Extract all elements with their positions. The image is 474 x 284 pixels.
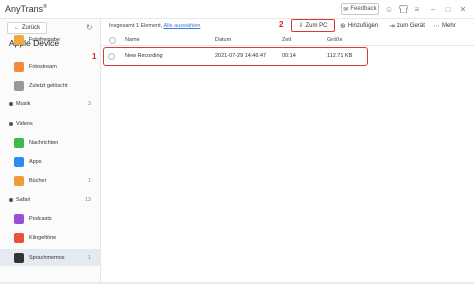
tshirt-icon[interactable] (398, 4, 408, 14)
podcasts-icon (14, 213, 24, 224)
registered-mark: ® (43, 4, 47, 10)
sidebar-item-music[interactable]: Musik 3 (0, 95, 100, 112)
table-header: Name Datum Zeit Größe (101, 35, 474, 46)
cell-name: New Recording (125, 53, 163, 59)
step-label-1: 1 (92, 52, 97, 61)
video-icon (9, 121, 13, 126)
sidebar-item-label: Sprachmemos (29, 254, 65, 261)
apps-icon (14, 156, 24, 167)
sidebar-item-ringtones[interactable]: Klingeltöne (0, 229, 100, 246)
sidebar-item-label: Apps (29, 158, 42, 165)
more-dots-icon: ⋯ (433, 23, 440, 30)
sidebar-item-label: Safari (16, 196, 31, 203)
cell-size: 112.71 KB (327, 53, 353, 59)
sidebar-item-count: 13 (84, 196, 91, 203)
photostream-icon (14, 61, 24, 72)
ringtones-icon (14, 232, 24, 243)
title-bar: AnyTrans® ✉ Feedback ☺ ≡ – □ ✕ (0, 0, 474, 19)
column-time[interactable]: Zeit (282, 37, 291, 43)
to-device-button[interactable]: ⇥ zum Gerät (389, 22, 425, 30)
sidebar-item-voice-memos[interactable]: Sprachmemos 1 (0, 249, 100, 266)
sidebar-item-books[interactable]: Bücher 1 (0, 172, 100, 189)
sidebar-item-messages[interactable]: Nachrichten (0, 134, 100, 151)
select-all-link[interactable]: Alle auswählen (163, 23, 200, 29)
plus-circle-icon: ⊕ (340, 23, 346, 30)
sidebar-item-trash[interactable]: Zuletzt gelöscht (0, 77, 100, 94)
sidebar-item-safari[interactable]: Safari 13 (0, 191, 100, 208)
selection-count: Insgesamt 1 Element, (109, 23, 163, 29)
maximize-icon[interactable]: □ (443, 4, 453, 14)
to-device-label: zum Gerät (396, 23, 425, 29)
more-button[interactable]: ⋯ Mehr (433, 22, 456, 30)
column-size[interactable]: Größe (327, 37, 343, 43)
sidebar-item-label: Fotostream (29, 63, 57, 70)
minimize-icon[interactable]: – (428, 4, 438, 14)
feedback-label: Feedback (350, 6, 377, 12)
user-icon[interactable]: ☺ (384, 4, 394, 14)
selection-status: Insgesamt 1 Element, Alle auswählen (109, 23, 200, 29)
sidebar-item-label: Fotofreigabe (29, 36, 60, 43)
photo-sharing-icon (14, 34, 24, 45)
sidebar-item-label: Klingeltöne (29, 234, 57, 241)
books-icon (14, 175, 24, 186)
export-icon: ⇥ (389, 23, 395, 30)
sidebar-item-label: Nachrichten (29, 139, 59, 146)
sidebar-item-label: Podcasts (29, 215, 52, 222)
cell-date: 2021-07-29 14:46:47 (215, 53, 267, 59)
add-button[interactable]: ⊕ Hinzufügen (340, 22, 378, 30)
mail-icon: ✉ (343, 6, 349, 13)
close-icon[interactable]: ✕ (458, 4, 468, 14)
sidebar-item-count: 3 (87, 100, 91, 107)
sidebar-item-podcasts[interactable]: Podcasts (0, 210, 100, 227)
table-row[interactable]: New Recording 2021-07-29 14:46:47 00:14 … (103, 47, 368, 66)
sidebar-item-count: 1 (87, 177, 91, 184)
messages-icon (14, 137, 24, 148)
feedback-button[interactable]: ✉ Feedback (341, 3, 379, 15)
to-pc-label: Zum PC (305, 22, 328, 29)
sidebar-item-label: Zuletzt gelöscht (29, 82, 68, 89)
row-checkbox[interactable] (108, 53, 115, 60)
step-label-2: 2 (279, 20, 284, 29)
more-label: Mehr (442, 23, 456, 29)
add-label: Hinzufügen (347, 23, 379, 29)
menu-icon[interactable]: ≡ (412, 4, 422, 14)
sidebar-item-apps[interactable]: Apps (0, 153, 100, 170)
sidebar-item-photo-sharing[interactable]: Fotofreigabe (0, 31, 100, 48)
voice-memos-icon (14, 252, 24, 263)
sidebar-item-video[interactable]: Videos (0, 115, 100, 132)
trash-icon (14, 80, 24, 91)
column-name[interactable]: Name (125, 37, 140, 43)
sidebar-item-count: 1 (87, 254, 91, 261)
to-pc-button[interactable]: ⇩ Zum PC (291, 19, 335, 32)
sidebar-item-label: Videos (16, 120, 33, 127)
column-date[interactable]: Datum (215, 37, 231, 43)
sidebar-item-label: Musik (16, 100, 31, 107)
cell-time: 00:14 (282, 53, 296, 59)
music-icon (9, 101, 13, 106)
safari-icon (9, 197, 13, 202)
sidebar-item-photostream[interactable]: Fotostream (0, 58, 100, 75)
select-all-checkbox[interactable] (109, 37, 116, 44)
sidebar-item-label: Bücher (29, 177, 47, 184)
app-title: AnyTrans® (5, 4, 47, 14)
download-to-pc-icon: ⇩ (298, 23, 304, 29)
